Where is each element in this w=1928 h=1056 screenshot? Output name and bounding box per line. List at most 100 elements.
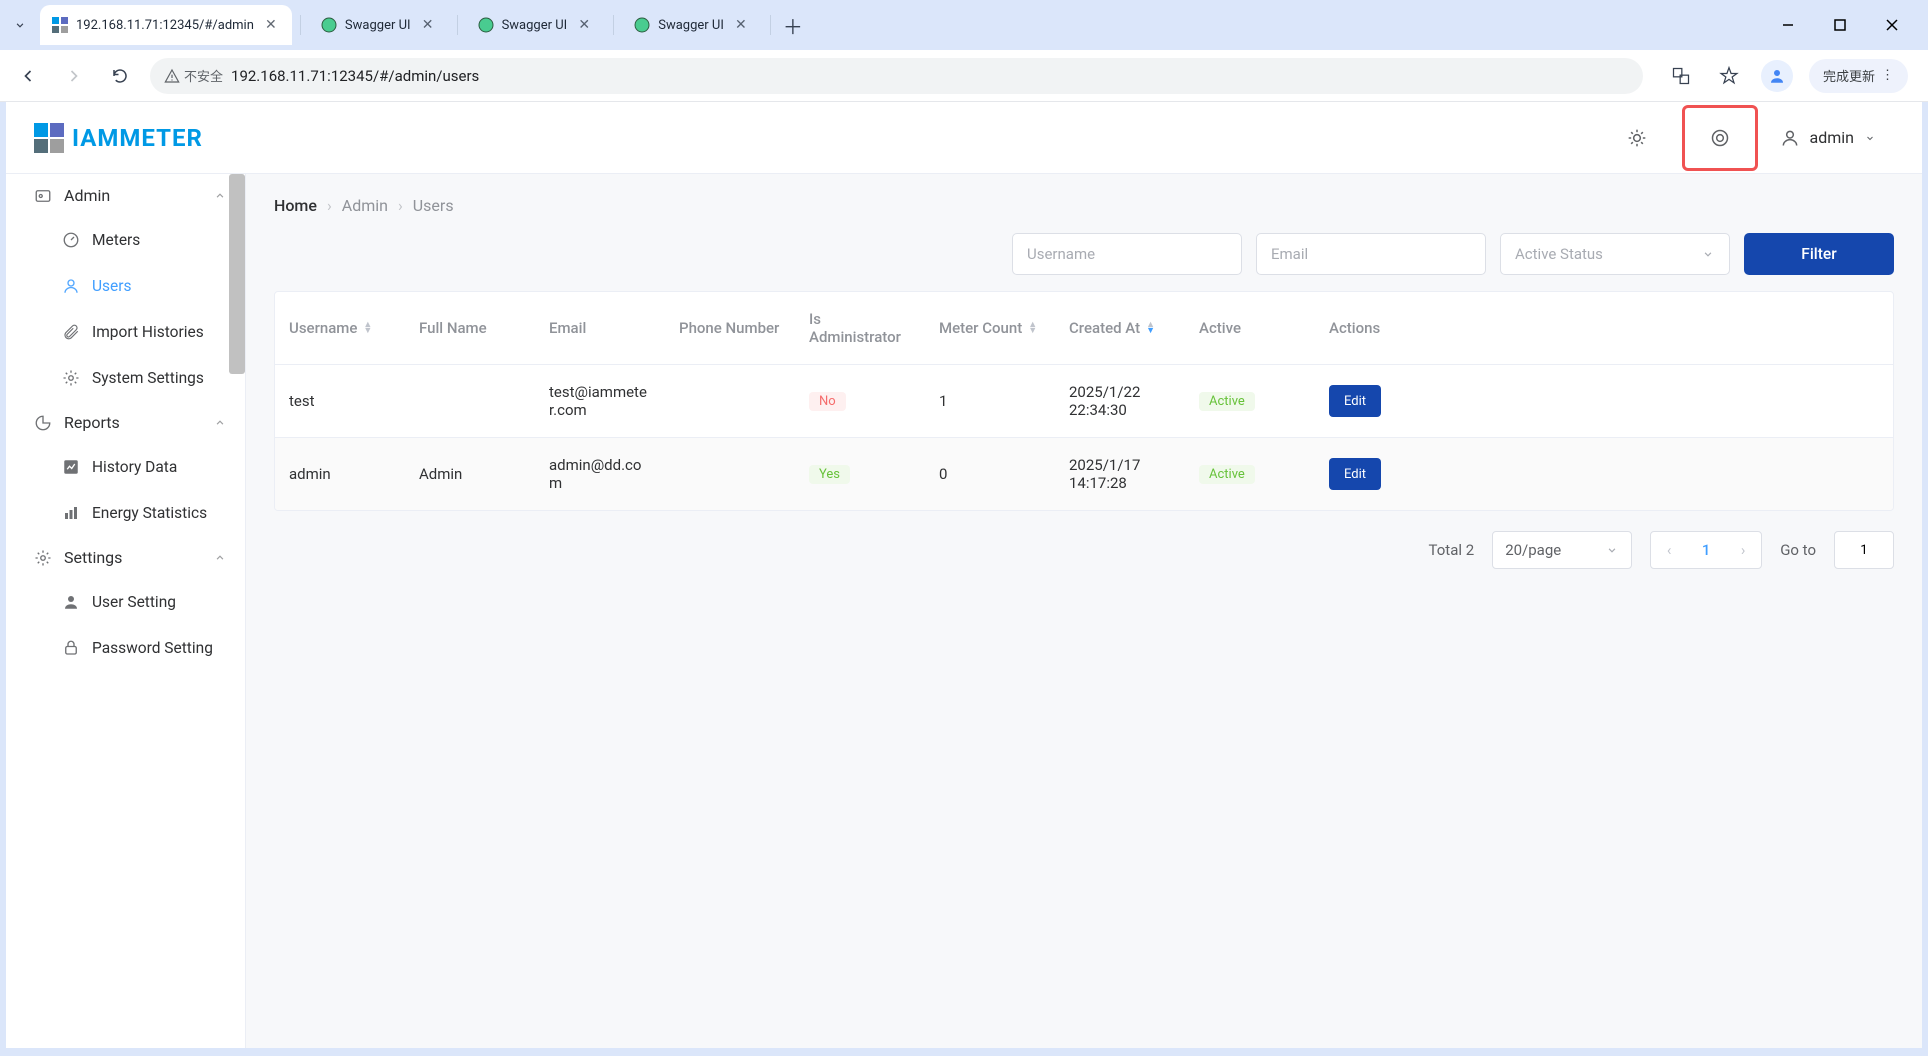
cell-metercount: 1 [925,365,1055,437]
person-icon [1780,128,1800,148]
app-header: IAMMETER admin [6,102,1922,174]
insecure-badge[interactable]: 不安全 [164,66,223,85]
close-icon[interactable]: ✕ [262,16,280,34]
sidebar-item-energy-statistics[interactable]: Energy Statistics [6,490,245,536]
next-page-button[interactable]: › [1725,532,1761,568]
browser-forward-button[interactable] [58,60,90,92]
chevron-up-icon [213,551,227,565]
sidebar-item-label: Import Histories [92,323,204,341]
sidebar-item-users[interactable]: Users [6,263,245,309]
chevron-down-icon [1701,247,1715,261]
theme-toggle-button[interactable] [1596,102,1678,174]
cell-metercount: 0 [925,438,1055,510]
browser-tab-1[interactable]: Swagger UI ✕ [309,5,449,45]
tab-title: Swagger UI [502,18,568,33]
active-badge: Active [1199,465,1255,484]
sidebar: Admin Meters Users Import Histories [6,174,246,1048]
logo[interactable]: IAMMETER [34,123,203,153]
total-label: Total 2 [1429,541,1475,559]
sidebar-item-history-data[interactable]: History Data [6,444,245,490]
select-placeholder: Active Status [1515,245,1603,263]
update-button[interactable]: 完成更新 ⋮ [1809,59,1908,93]
sidebar-group-settings[interactable]: Settings [6,536,245,579]
tab-title: Swagger UI [658,18,724,33]
filter-button[interactable]: Filter [1744,233,1894,275]
window-close-button[interactable] [1876,9,1908,41]
cell-createdat: 2025/1/17 14:17:28 [1055,438,1185,510]
cell-actions: Edit [1315,438,1515,510]
current-page[interactable]: 1 [1691,541,1721,559]
new-tab-button[interactable]: ＋ [779,11,807,39]
sort-icon: ▲▼ [1028,322,1037,334]
breadcrumb-users: Users [413,196,454,215]
yes-badge: Yes [809,465,850,484]
browser-tab-3[interactable]: Swagger UI ✕ [622,5,762,45]
tab-separator [300,15,301,35]
sun-icon [1627,128,1647,148]
logo-text: IAMMETER [72,124,203,152]
sidebar-item-system-settings[interactable]: System Settings [6,355,245,401]
cell-fullname: Admin [405,438,535,510]
cell-phone [665,365,795,437]
attach-icon [62,323,80,341]
scrollbar[interactable] [229,174,245,374]
close-icon[interactable]: ✕ [419,16,437,34]
user-name: admin [1810,128,1854,147]
table-row: admin Admin admin@dd.com Yes 0 2025/1/17… [275,438,1893,510]
profile-button[interactable] [1761,60,1793,92]
sidebar-item-user-setting[interactable]: User Setting [6,579,245,625]
prev-page-button[interactable]: ‹ [1651,532,1687,568]
sidebar-item-import-histories[interactable]: Import Histories [6,309,245,355]
active-status-select[interactable]: Active Status [1500,233,1730,275]
more-icon: ⋮ [1881,68,1894,83]
browser-tab-0[interactable]: 192.168.11.71:12345/#/admin ✕ [40,5,292,45]
browser-tab-2[interactable]: Swagger UI ✕ [466,5,606,45]
edit-button[interactable]: Edit [1329,385,1381,417]
id-icon [34,187,52,205]
page-size-select[interactable]: 20/page [1492,531,1632,569]
chevron-up-icon [213,416,227,430]
breadcrumb-home[interactable]: Home [274,196,317,215]
address-bar[interactable]: 不安全 192.168.11.71:12345/#/admin/users [150,58,1643,94]
lock-icon [62,639,80,657]
breadcrumb-admin[interactable]: Admin [342,196,388,215]
help-button[interactable] [1682,105,1758,171]
tab-separator [770,15,771,35]
cell-phone [665,438,795,510]
gear-icon [34,549,52,567]
user-menu[interactable]: admin [1762,128,1894,148]
cell-active: Active [1185,365,1315,437]
goto-input[interactable] [1834,531,1894,569]
col-createdat[interactable]: Created At▲▼ [1055,292,1185,364]
browser-reload-button[interactable] [104,60,136,92]
goto-label: Go to [1780,541,1816,559]
close-icon[interactable]: ✕ [575,16,593,34]
table-row: test test@iammeter.com No 1 2025/1/22 22… [275,365,1893,438]
username-filter-input[interactable] [1012,233,1242,275]
col-metercount[interactable]: Meter Count▲▼ [925,292,1055,364]
col-fullname: Full Name [405,292,535,364]
edit-button[interactable]: Edit [1329,458,1381,490]
tab-separator [613,15,614,35]
sidebar-item-password-setting[interactable]: Password Setting [6,625,245,671]
window-minimize-button[interactable] [1772,9,1804,41]
page-size-value: 20/page [1505,541,1561,559]
window-maximize-button[interactable] [1824,9,1856,41]
active-badge: Active [1199,392,1255,411]
sidebar-group-admin[interactable]: Admin [6,174,245,217]
tab-dropdown[interactable] [8,13,32,37]
sidebar-item-label: Energy Statistics [92,504,207,522]
insecure-label: 不安全 [184,66,223,85]
email-filter-input[interactable] [1256,233,1486,275]
update-label: 完成更新 [1823,66,1875,85]
browser-back-button[interactable] [12,60,44,92]
bookmark-button[interactable] [1713,60,1745,92]
col-username[interactable]: Username▲▼ [275,292,405,364]
translate-button[interactable] [1665,60,1697,92]
person-icon [62,593,80,611]
sidebar-item-meters[interactable]: Meters [6,217,245,263]
chevron-right-icon: › [327,196,332,215]
close-icon[interactable]: ✕ [732,16,750,34]
sidebar-group-reports[interactable]: Reports [6,401,245,444]
cell-username: test [275,365,405,437]
